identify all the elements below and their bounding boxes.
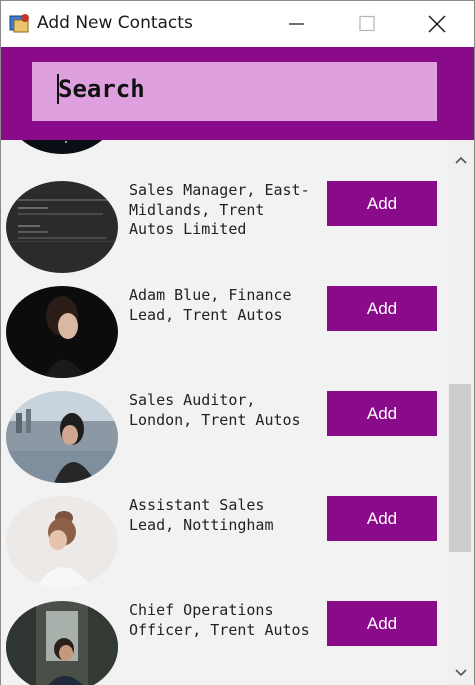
contact-description: Chief Operations Officer, Trent Autos: [129, 601, 310, 639]
search-header: Search: [1, 47, 474, 140]
search-input-value: Search: [58, 75, 145, 103]
list-item: Chief Operations Officer, Trent Autos Ad…: [1, 601, 448, 685]
contact-description: Sales Auditor, London, Trent Autos: [129, 391, 301, 429]
close-icon: [428, 15, 446, 33]
search-input[interactable]: Search: [32, 62, 437, 121]
title-bar: Add New Contacts: [1, 1, 474, 47]
contact-avatar: [6, 286, 118, 378]
contact-description: Adam Blue, Finance Lead, Trent Autos: [129, 286, 292, 324]
contact-avatar: [6, 140, 118, 154]
add-contact-button[interactable]: Add: [327, 181, 437, 226]
add-contact-button[interactable]: Add: [327, 601, 437, 646]
scroll-up-icon[interactable]: [454, 150, 468, 164]
add-contact-button[interactable]: Add: [327, 496, 437, 541]
list-item: Adam Blue, Finance Lead, Trent Autos Add: [1, 286, 448, 391]
contact-avatar: [6, 391, 118, 483]
window-title: Add New Contacts: [37, 13, 193, 33]
scroll-down-icon[interactable]: [454, 663, 468, 677]
contact-avatar: [6, 496, 118, 588]
contact-avatar: [6, 601, 118, 685]
scrollbar-thumb[interactable]: [449, 384, 471, 552]
vertical-scrollbar[interactable]: [448, 140, 474, 685]
app-icon: [8, 12, 32, 36]
list-item: Sales Manager, East- Midlands, Trent Aut…: [1, 181, 448, 286]
close-button[interactable]: [402, 1, 472, 47]
contact-description: Sales Manager, East- Midlands, Trent Aut…: [129, 181, 310, 238]
list-item: Sales Auditor, London, Trent Autos Add: [1, 391, 448, 496]
app-window: Add New Contacts Search Sales Manager, E…: [0, 0, 475, 685]
contact-list: Sales Manager, East- Midlands, Trent Aut…: [1, 140, 448, 685]
maximize-icon: [359, 15, 375, 32]
minimize-button[interactable]: [262, 1, 332, 47]
list-item: Assistant Sales Lead, Nottingham Add: [1, 496, 448, 601]
maximize-button[interactable]: [332, 1, 402, 47]
contact-avatar: [6, 181, 118, 273]
add-contact-button[interactable]: Add: [327, 286, 437, 331]
list-item: [1, 140, 448, 167]
add-contact-button[interactable]: Add: [327, 391, 437, 436]
minimize-icon: [289, 23, 304, 25]
contact-description: Assistant Sales Lead, Nottingham: [129, 496, 274, 534]
